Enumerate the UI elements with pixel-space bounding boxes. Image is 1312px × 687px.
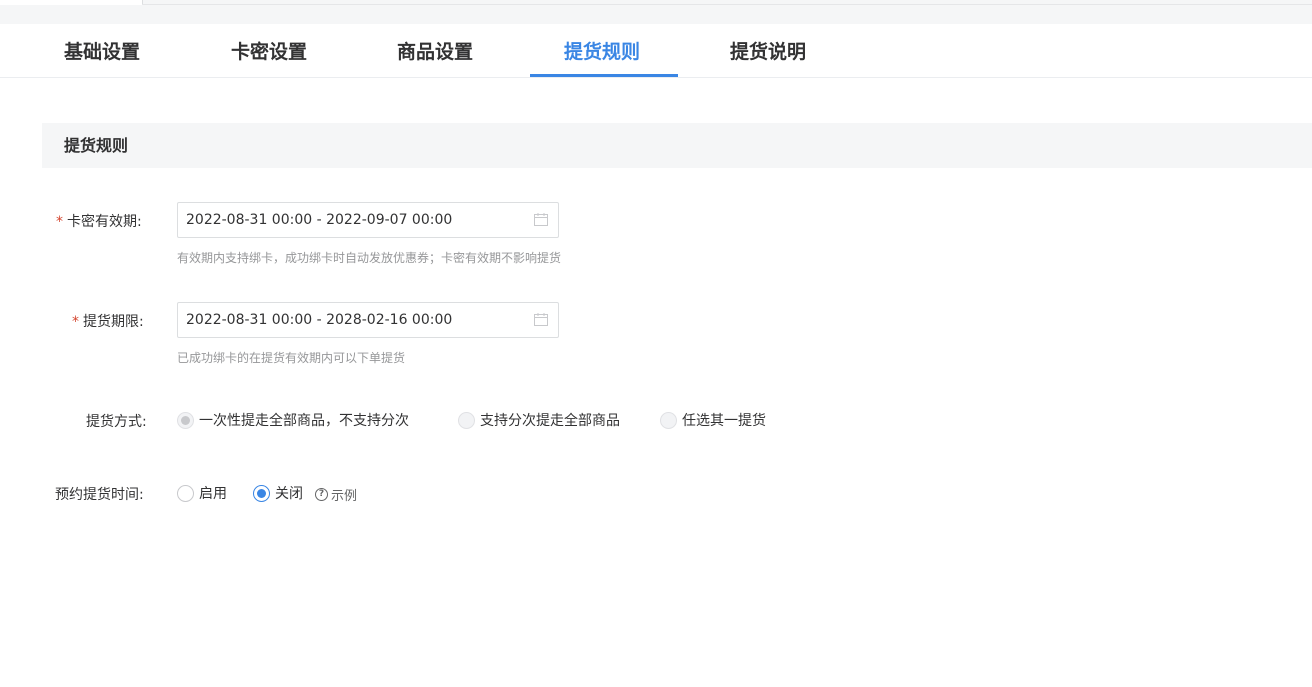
section-header: 提货规则 [42, 123, 1312, 168]
card-validity-label: * 卡密有效期: [56, 211, 142, 231]
question-circle-icon: ? [315, 488, 328, 501]
card-validity-help-text: 有效期内支持绑卡，成功绑卡时自动发放优惠券；卡密有效期不影响提货 [177, 251, 562, 265]
reserve-time-option-disable-label: 关闭 [275, 486, 303, 502]
radio-indicator [177, 411, 194, 429]
top-bar-left-block [0, 0, 142, 5]
pickup-period-label-text: 提货期限: [83, 314, 144, 330]
radio-indicator [253, 484, 270, 502]
pickup-period-label: * 提货期限: [72, 311, 144, 331]
reserve-time-label: 预约提货时间: [55, 487, 144, 503]
example-link[interactable]: ? 示例 [315, 485, 357, 504]
pickup-method-label: 提货方式: [86, 414, 147, 430]
radio-indicator [177, 484, 194, 502]
settings-tabs: 基础设置 卡密设置 商品设置 提货规则 提货说明 [0, 24, 1312, 78]
card-validity-date-range-value: 2022-08-31 00:00 - 2022-09-07 00:00 [186, 212, 453, 228]
pickup-method-option-choose-one-label: 任选其一提货 [682, 413, 766, 429]
top-bar [0, 0, 1312, 24]
reserve-time-option-disable[interactable]: 关闭 [253, 483, 303, 503]
tab-basic-settings[interactable]: 基础设置 [64, 24, 140, 77]
active-tab-indicator [530, 74, 678, 77]
tab-card-settings[interactable]: 卡密设置 [231, 24, 307, 77]
radio-indicator [458, 411, 475, 429]
required-mark: * [56, 214, 63, 230]
pickup-method-option-multiple-label: 支持分次提走全部商品 [480, 413, 620, 429]
radio-indicator [660, 411, 677, 429]
section-title: 提货规则 [64, 136, 129, 155]
tab-pickup-rules[interactable]: 提货规则 [564, 24, 640, 77]
top-bar-border [142, 4, 1312, 5]
pickup-method-option-once-label: 一次性提走全部商品，不支持分次 [199, 413, 409, 429]
pickup-period-date-range-value: 2022-08-31 00:00 - 2028-02-16 00:00 [186, 312, 453, 328]
card-validity-date-range-input[interactable]: 2022-08-31 00:00 - 2022-09-07 00:00 [177, 202, 559, 238]
tab-product-settings[interactable]: 商品设置 [397, 24, 473, 77]
tab-pickup-instructions[interactable]: 提货说明 [730, 24, 806, 77]
example-link-label: 示例 [331, 489, 358, 504]
calendar-icon [534, 313, 548, 326]
reserve-time-option-enable-label: 启用 [199, 486, 227, 502]
card-validity-label-text: 卡密有效期: [67, 214, 142, 230]
pickup-method-option-choose-one[interactable]: 任选其一提货 [660, 410, 766, 430]
pickup-method-option-once[interactable]: 一次性提走全部商品，不支持分次 [177, 410, 409, 430]
pickup-period-help-text: 已成功绑卡的在提货有效期内可以下单提货 [177, 351, 406, 365]
reserve-time-option-enable[interactable]: 启用 [177, 483, 227, 503]
calendar-icon [534, 213, 548, 226]
required-mark: * [72, 314, 79, 330]
pickup-period-date-range-input[interactable]: 2022-08-31 00:00 - 2028-02-16 00:00 [177, 302, 559, 338]
pickup-method-option-multiple[interactable]: 支持分次提走全部商品 [458, 410, 620, 430]
